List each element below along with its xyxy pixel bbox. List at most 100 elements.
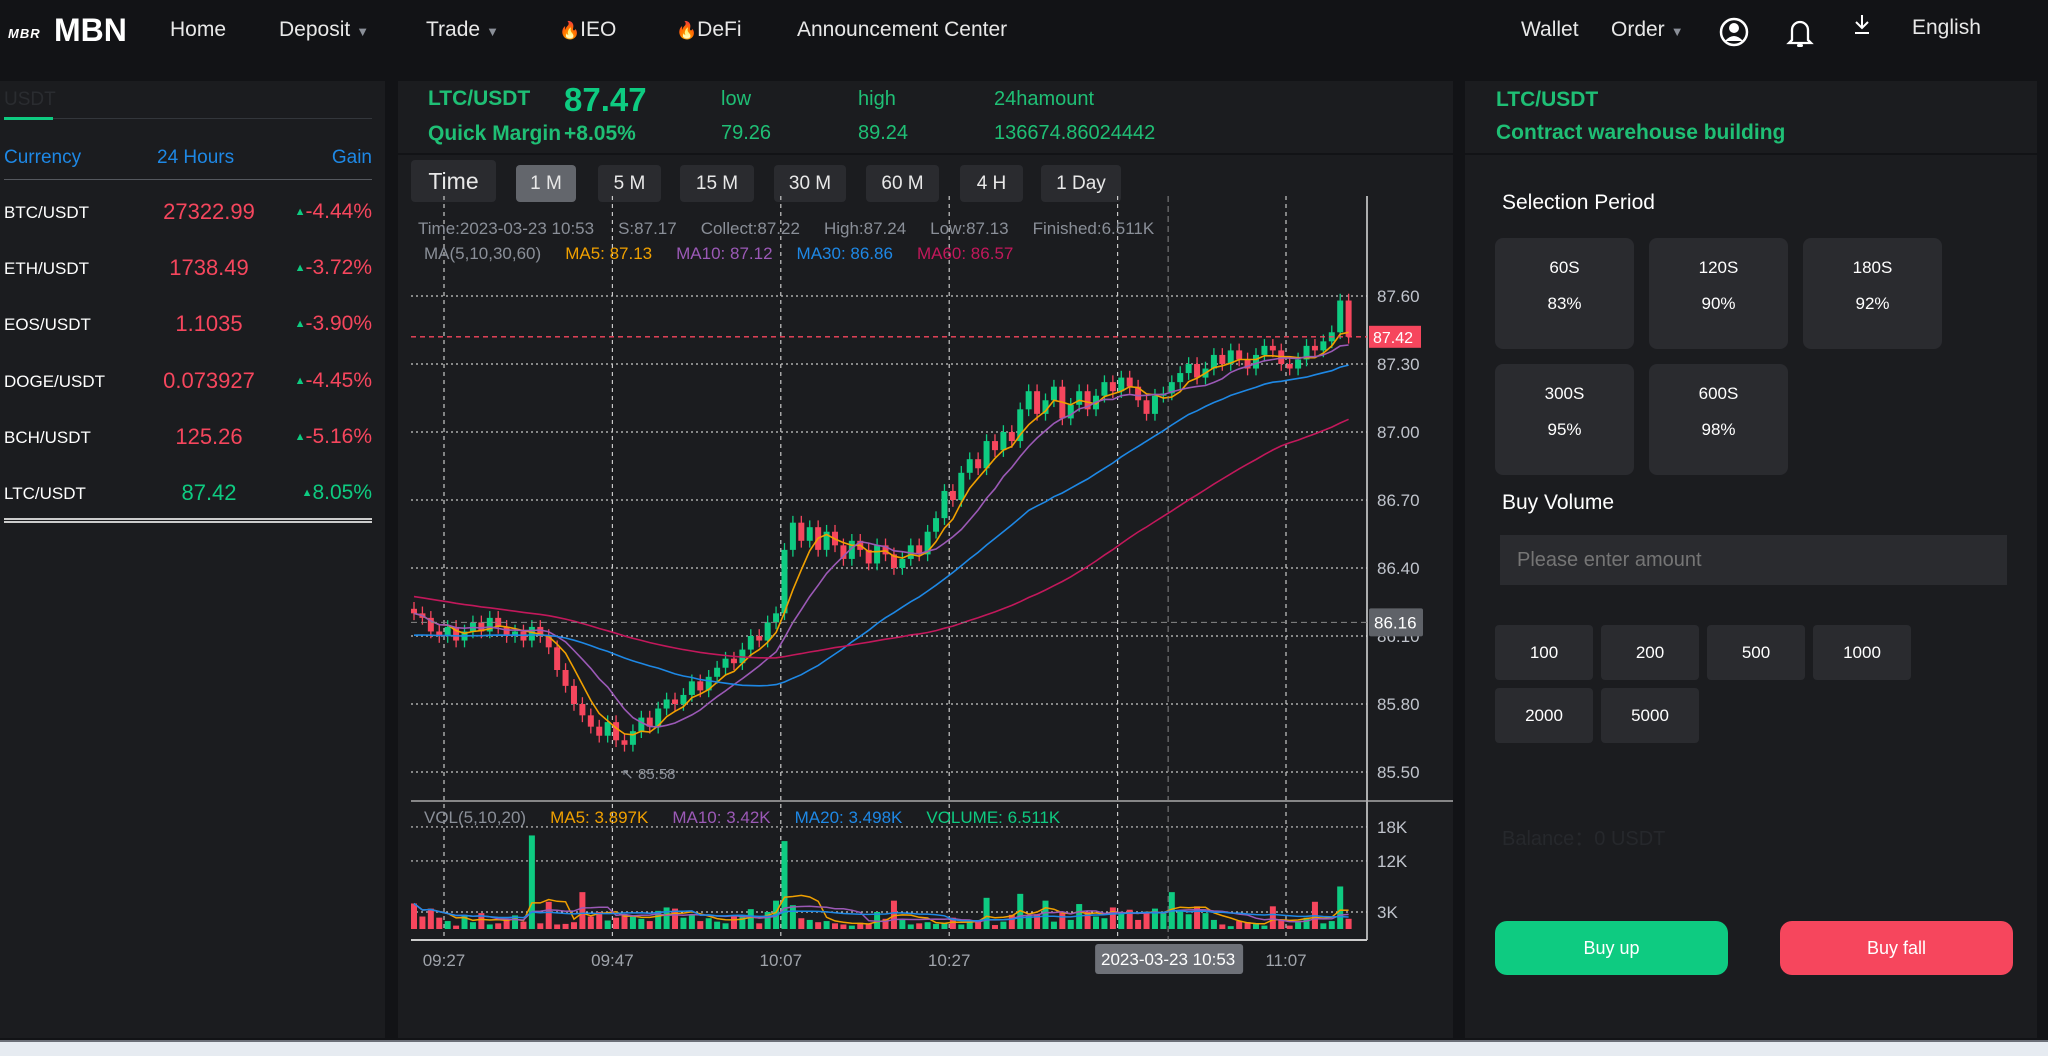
volume-bar — [924, 922, 931, 929]
logo[interactable]: MBN — [54, 12, 127, 49]
user-circle-icon[interactable] — [1719, 17, 1749, 47]
candle-body — [1286, 364, 1293, 369]
price-tick: 86.70 — [1377, 491, 1420, 510]
candle-body — [1177, 373, 1184, 383]
period-time: 600S — [1698, 384, 1739, 403]
volume-bar — [646, 921, 653, 929]
volume-bar — [991, 925, 998, 929]
market-row[interactable]: EOS/USDT 1.1035 ▲-3.90% — [4, 311, 372, 341]
amount-option[interactable]: 1000 — [1813, 625, 1911, 680]
amount-option[interactable]: 500 — [1707, 625, 1805, 680]
volume-bar — [562, 923, 569, 929]
nav-item[interactable]: Deposit ▼ — [279, 18, 369, 42]
amount-value: 136674.86024442 — [994, 122, 1156, 144]
period-option[interactable]: 60S 83% — [1495, 238, 1634, 349]
nav-item[interactable]: 🔥DeFi — [676, 18, 742, 42]
candle-body — [983, 441, 990, 469]
candle-body — [1219, 354, 1226, 364]
triangle-up-icon: ▲ — [294, 375, 306, 387]
candle-body — [1143, 400, 1150, 414]
volume-bar — [1295, 922, 1302, 929]
candle-body — [570, 685, 577, 704]
period-option[interactable]: 120S 90% — [1649, 238, 1788, 349]
volume-bar — [1109, 907, 1116, 929]
nav-item[interactable]: Trade ▼ — [426, 18, 499, 42]
nav-item-label: Home — [170, 18, 227, 41]
candle-body — [1151, 395, 1158, 414]
volume-bar — [444, 921, 451, 929]
candle-body — [1311, 345, 1318, 351]
market-gain: -5.16% — [305, 425, 372, 448]
market-row[interactable]: BTC/USDT 27322.99 ▲-4.44% — [4, 199, 372, 229]
info-collect: Collect:87.22 — [701, 219, 800, 238]
nav-wallet[interactable]: Wallet — [1521, 18, 1579, 42]
period-option[interactable]: 180S 92% — [1803, 238, 1942, 349]
nav-item[interactable]: 🔥IEO — [559, 18, 616, 42]
candlestick-chart[interactable]: 87.6087.3087.0086.7086.4086.1085.8085.50… — [398, 196, 1453, 976]
nav-item[interactable]: Home — [170, 18, 226, 42]
legend-vol_label: VOL(5,10,20) — [424, 808, 526, 827]
crosshair-price-label: 86.16 — [1374, 613, 1417, 632]
volume-bar — [705, 918, 712, 929]
col-gain[interactable]: Gain — [332, 147, 372, 169]
volume-bar — [411, 903, 417, 929]
buy-up-button[interactable]: Buy up — [1495, 921, 1728, 975]
candle-body — [663, 699, 670, 709]
market-gain: 8.05% — [312, 481, 372, 504]
buy-fall-button[interactable]: Buy fall — [1780, 921, 2013, 975]
candle-body — [562, 670, 569, 686]
market-row[interactable]: BCH/USDT 125.26 ▲-5.16% — [4, 424, 372, 454]
price-tick: 87.60 — [1377, 287, 1420, 306]
market-row[interactable]: DOGE/USDT 0.073927 ▲-4.45% — [4, 368, 372, 398]
amount-label: 24hamount — [994, 88, 1095, 110]
candle-body — [604, 722, 611, 736]
taskbar-strip — [0, 1040, 2048, 1056]
time-tick: 09:47 — [591, 951, 634, 970]
nav-item-label: Deposit — [279, 18, 351, 41]
volume-bar — [848, 925, 855, 929]
bell-icon[interactable] — [1786, 16, 1814, 49]
legend-vma20: MA20: 3.498K — [795, 808, 903, 827]
market-row[interactable]: LTC/USDT 87.42 ▲8.05% — [4, 480, 372, 510]
period-time: 60S — [1549, 258, 1580, 277]
amount-option[interactable]: 200 — [1601, 625, 1699, 680]
period-option[interactable]: 300S 95% — [1495, 364, 1634, 475]
amount-option[interactable]: 2000 — [1495, 688, 1593, 743]
nav-item[interactable]: Announcement Center — [797, 18, 1007, 42]
volume-bar — [840, 924, 847, 929]
period-time: 120S — [1698, 258, 1739, 277]
tab-usdt[interactable]: USDT — [4, 89, 56, 111]
balance-text: Balance：0 USDT — [1502, 828, 1666, 850]
candle-body — [1025, 391, 1032, 410]
nav-order[interactable]: Order ▼ — [1611, 18, 1684, 42]
col-currency[interactable]: Currency — [4, 147, 81, 169]
candle-body — [756, 636, 763, 641]
col-24hours[interactable]: 24 Hours — [157, 147, 234, 169]
volume-bar — [1278, 920, 1285, 929]
candle-body — [806, 527, 813, 541]
market-pair: BTC/USDT — [4, 203, 89, 222]
volume-bar — [1050, 921, 1057, 929]
period-option[interactable]: 600S 98% — [1649, 364, 1788, 475]
market-row[interactable]: ETH/USDT 1738.49 ▲-3.72% — [4, 255, 372, 285]
volume-bar — [1253, 923, 1259, 929]
market-pair: BCH/USDT — [4, 428, 91, 447]
period-time: 180S — [1852, 258, 1893, 277]
candle-body — [747, 636, 754, 650]
market-price: 125.26 — [175, 424, 243, 449]
download-icon[interactable] — [1852, 14, 1872, 36]
candle-body — [1236, 350, 1243, 360]
language-selector[interactable]: English — [1912, 16, 1981, 40]
candle-body — [941, 490, 948, 519]
amount-input[interactable] — [1500, 535, 2007, 585]
price-tick: 87.00 — [1377, 423, 1420, 442]
high-label: high — [858, 88, 896, 110]
amount-option[interactable]: 5000 — [1601, 688, 1699, 743]
amount-option[interactable]: 100 — [1495, 625, 1593, 680]
fire-icon: 🔥 — [559, 21, 581, 40]
volume-bar — [1328, 921, 1335, 929]
candle-body — [975, 459, 982, 469]
volume-bar — [747, 909, 754, 929]
candle-body — [1269, 345, 1276, 351]
volume-bar — [832, 923, 838, 929]
